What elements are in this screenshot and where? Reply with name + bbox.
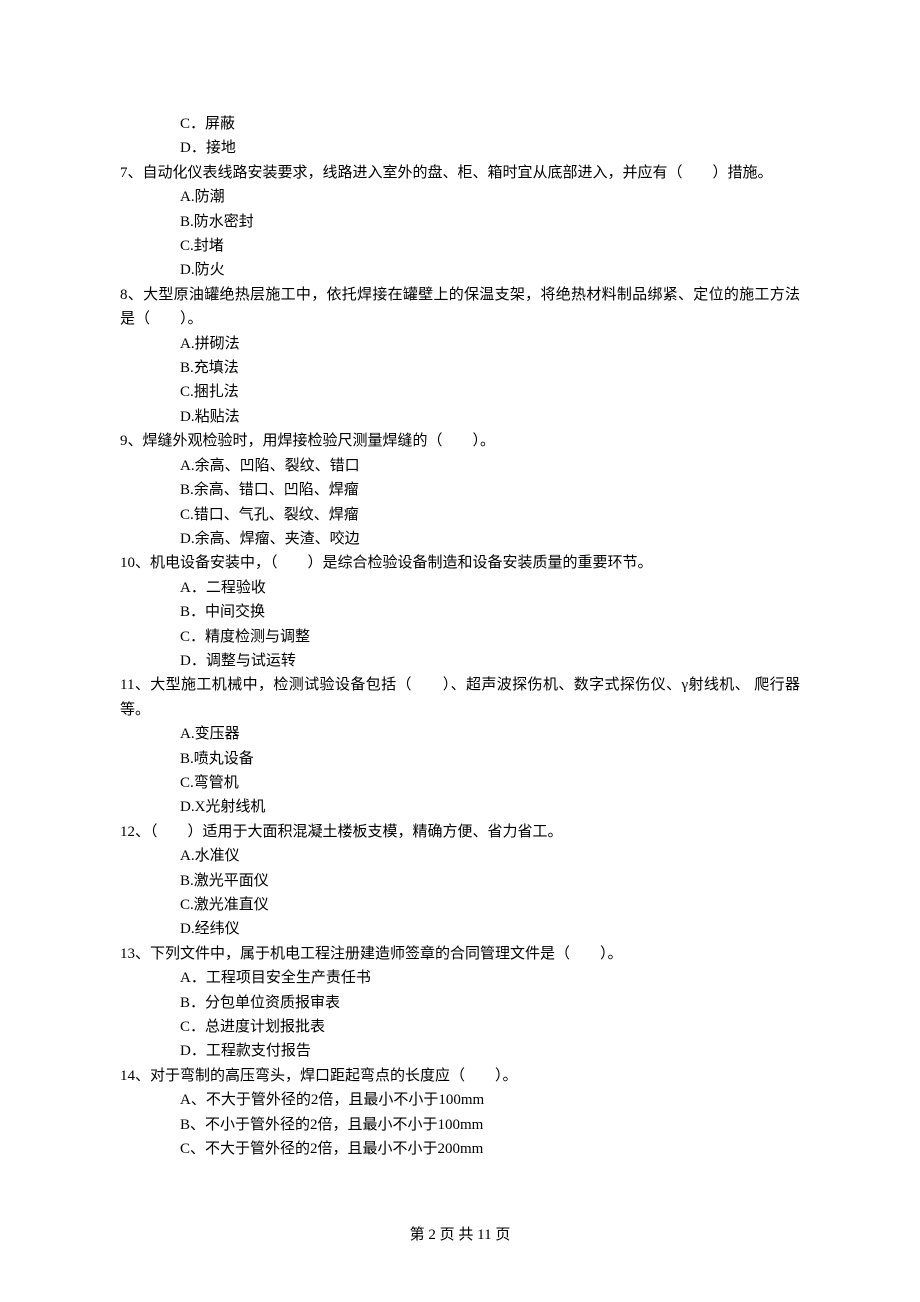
q9-option-b: B.余高、错口、凹陷、焊瘤 <box>120 478 800 502</box>
q6-option-c: C．屏蔽 <box>120 112 800 136</box>
q10-option-a: A．二程验收 <box>120 576 800 600</box>
q14-option-b: B、不小于管外径的2倍，且最小不小于100mm <box>120 1113 800 1137</box>
q10-option-b: B．中间交换 <box>120 600 800 624</box>
q7-option-a: A.防潮 <box>120 185 800 209</box>
q13-option-b: B．分包单位资质报审表 <box>120 991 800 1015</box>
q12-option-d: D.经纬仪 <box>120 917 800 941</box>
q8-option-c: C.捆扎法 <box>120 380 800 404</box>
q10-stem: 10、机电设备安装中，（ ）是综合检验设备制造和设备安装质量的重要环节。 <box>120 551 800 575</box>
q14-stem: 14、对于弯制的高压弯头，焊口距起弯点的长度应（ ）。 <box>120 1064 800 1088</box>
q12-option-a: A.水准仪 <box>120 844 800 868</box>
q9-option-a: A.余高、凹陷、裂纹、错口 <box>120 454 800 478</box>
page-container: C．屏蔽 D．接地 7、自动化仪表线路安装要求，线路进入室外的盘、柜、箱时宜从底… <box>0 0 920 1302</box>
q11-option-b: B.喷丸设备 <box>120 747 800 771</box>
q7-option-b: B.防水密封 <box>120 210 800 234</box>
q12-option-b: B.激光平面仪 <box>120 869 800 893</box>
q10-option-c: C．精度检测与调整 <box>120 625 800 649</box>
q13-option-d: D．工程款支付报告 <box>120 1039 800 1063</box>
q8-option-b: B.充填法 <box>120 356 800 380</box>
q9-stem: 9、焊缝外观检验时，用焊接检验尺测量焊缝的（ ）。 <box>120 429 800 453</box>
q8-option-a: A.拼砌法 <box>120 332 800 356</box>
q11-option-d: D.X光射线机 <box>120 795 800 819</box>
q11-option-c: C.弯管机 <box>120 771 800 795</box>
q7-option-c: C.封堵 <box>120 234 800 258</box>
q14-option-a: A、不大于管外径的2倍，且最小不小于100mm <box>120 1088 800 1112</box>
q13-option-a: A．工程项目安全生产责任书 <box>120 966 800 990</box>
q8-stem: 8、大型原油罐绝热层施工中，依托焊接在罐壁上的保温支架，将绝热材料制品绑紧、定位… <box>120 283 800 332</box>
q12-stem: 12、（ ）适用于大面积混凝土楼板支模，精确方便、省力省工。 <box>120 820 800 844</box>
q12-option-c: C.激光准直仪 <box>120 893 800 917</box>
q10-option-d: D．调整与试运转 <box>120 649 800 673</box>
q7-stem: 7、自动化仪表线路安装要求，线路进入室外的盘、柜、箱时宜从底部进入，并应有（ ）… <box>120 161 800 185</box>
q13-option-c: C．总进度计划报批表 <box>120 1015 800 1039</box>
page-footer: 第 2 页 共 11 页 <box>0 1223 920 1247</box>
q13-stem: 13、下列文件中，属于机电工程注册建造师签章的合同管理文件是（ ）。 <box>120 942 800 966</box>
q11-stem: 11、大型施工机械中，检测试验设备包括（ ）、超声波探伤机、数字式探伤仪、γ射线… <box>120 673 800 722</box>
q9-option-c: C.错口、气孔、裂纹、焊瘤 <box>120 503 800 527</box>
q7-option-d: D.防火 <box>120 258 800 282</box>
q11-option-a: A.变压器 <box>120 722 800 746</box>
q14-option-c: C、不大于管外径的2倍，且最小不小于200mm <box>120 1137 800 1161</box>
q9-option-d: D.余高、焊瘤、夹渣、咬边 <box>120 527 800 551</box>
q8-option-d: D.粘贴法 <box>120 405 800 429</box>
q6-option-d: D．接地 <box>120 136 800 160</box>
